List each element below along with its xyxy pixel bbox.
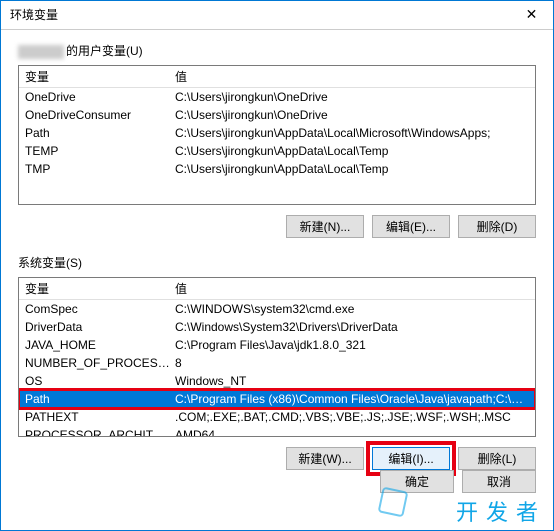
var-name: DriverData	[25, 320, 175, 334]
username-blurred	[18, 45, 64, 59]
table-row[interactable]: TMPC:\Users\jirongkun\AppData\Local\Temp	[19, 160, 535, 178]
var-name: OneDriveConsumer	[25, 108, 175, 122]
table-row[interactable]: JAVA_HOMEC:\Program Files\Java\jdk1.8.0_…	[19, 336, 535, 354]
table-row[interactable]: PROCESSOR_ARCHITECTUREAMD64	[19, 426, 535, 437]
col-header-value[interactable]: 值	[175, 280, 529, 297]
table-row[interactable]: NUMBER_OF_PROCESSORS8	[19, 354, 535, 372]
var-value: C:\Users\jirongkun\AppData\Local\Temp	[175, 162, 529, 176]
table-row[interactable]: PathC:\Users\jirongkun\AppData\Local\Mic…	[19, 124, 535, 142]
window-title: 环境变量	[10, 6, 58, 23]
var-name: TMP	[25, 162, 175, 176]
var-value: .COM;.EXE;.BAT;.CMD;.VBS;.VBE;.JS;.JSE;.…	[175, 410, 529, 424]
user-edit-button[interactable]: 编辑(E)...	[372, 215, 450, 238]
table-row[interactable]: PathC:\Program Files (x86)\Common Files\…	[19, 390, 535, 408]
col-header-name[interactable]: 变量	[25, 68, 175, 85]
var-name: Path	[25, 392, 175, 406]
close-button[interactable]: ✕	[509, 0, 554, 30]
user-vars-list[interactable]: 变量 值 OneDriveC:\Users\jirongkun\OneDrive…	[18, 65, 536, 205]
var-value: C:\Users\jirongkun\AppData\Local\Microso…	[175, 126, 529, 140]
user-vars-buttons: 新建(N)... 编辑(E)... 删除(D)	[18, 215, 536, 238]
cancel-button[interactable]: 取消	[462, 470, 536, 493]
table-row[interactable]: OSWindows_NT	[19, 372, 535, 390]
table-row[interactable]: TEMPC:\Users\jirongkun\AppData\Local\Tem…	[19, 142, 535, 160]
var-name: OneDrive	[25, 90, 175, 104]
var-name: ComSpec	[25, 302, 175, 316]
dialog-buttons: 确定 取消	[362, 462, 554, 501]
var-value: C:\WINDOWS\system32\cmd.exe	[175, 302, 529, 316]
table-row[interactable]: DriverDataC:\Windows\System32\Drivers\Dr…	[19, 318, 535, 336]
user-delete-button[interactable]: 删除(D)	[458, 215, 536, 238]
var-name: TEMP	[25, 144, 175, 158]
table-row[interactable]: ComSpecC:\WINDOWS\system32\cmd.exe	[19, 300, 535, 318]
user-vars-header: 变量 值	[19, 66, 535, 88]
var-value: C:\Program Files\Java\jdk1.8.0_321	[175, 338, 529, 352]
var-value: C:\Users\jirongkun\OneDrive	[175, 108, 529, 122]
user-vars-label: 的用户变量(U)	[18, 42, 536, 59]
table-row[interactable]: OneDriveC:\Users\jirongkun\OneDrive	[19, 88, 535, 106]
ok-button[interactable]: 确定	[380, 470, 454, 493]
sys-vars-list[interactable]: 变量 值 ComSpecC:\WINDOWS\system32\cmd.exeD…	[18, 277, 536, 437]
titlebar: 环境变量 ✕	[0, 0, 554, 30]
user-new-button[interactable]: 新建(N)...	[286, 215, 364, 238]
table-row[interactable]: PATHEXT.COM;.EXE;.BAT;.CMD;.VBS;.VBE;.JS…	[19, 408, 535, 426]
var-value: C:\Windows\System32\Drivers\DriverData	[175, 320, 529, 334]
var-name: OS	[25, 374, 175, 388]
var-value: C:\Users\jirongkun\OneDrive	[175, 90, 529, 104]
var-value: Windows_NT	[175, 374, 529, 388]
var-name: Path	[25, 126, 175, 140]
table-row[interactable]: OneDriveConsumerC:\Users\jirongkun\OneDr…	[19, 106, 535, 124]
sys-new-button[interactable]: 新建(W)...	[286, 447, 364, 470]
var-value: AMD64	[175, 428, 529, 437]
var-name: PROCESSOR_ARCHITECTURE	[25, 428, 175, 437]
var-name: NUMBER_OF_PROCESSORS	[25, 356, 175, 370]
var-value: C:\Program Files (x86)\Common Files\Orac…	[175, 392, 529, 406]
var-value: 8	[175, 356, 529, 370]
var-name: PATHEXT	[25, 410, 175, 424]
var-name: JAVA_HOME	[25, 338, 175, 352]
sys-vars-label: 系统变量(S)	[18, 254, 536, 271]
col-header-value[interactable]: 值	[175, 68, 529, 85]
col-header-name[interactable]: 变量	[25, 280, 175, 297]
close-icon: ✕	[526, 6, 538, 23]
var-value: C:\Users\jirongkun\AppData\Local\Temp	[175, 144, 529, 158]
sys-vars-header: 变量 值	[19, 278, 535, 300]
